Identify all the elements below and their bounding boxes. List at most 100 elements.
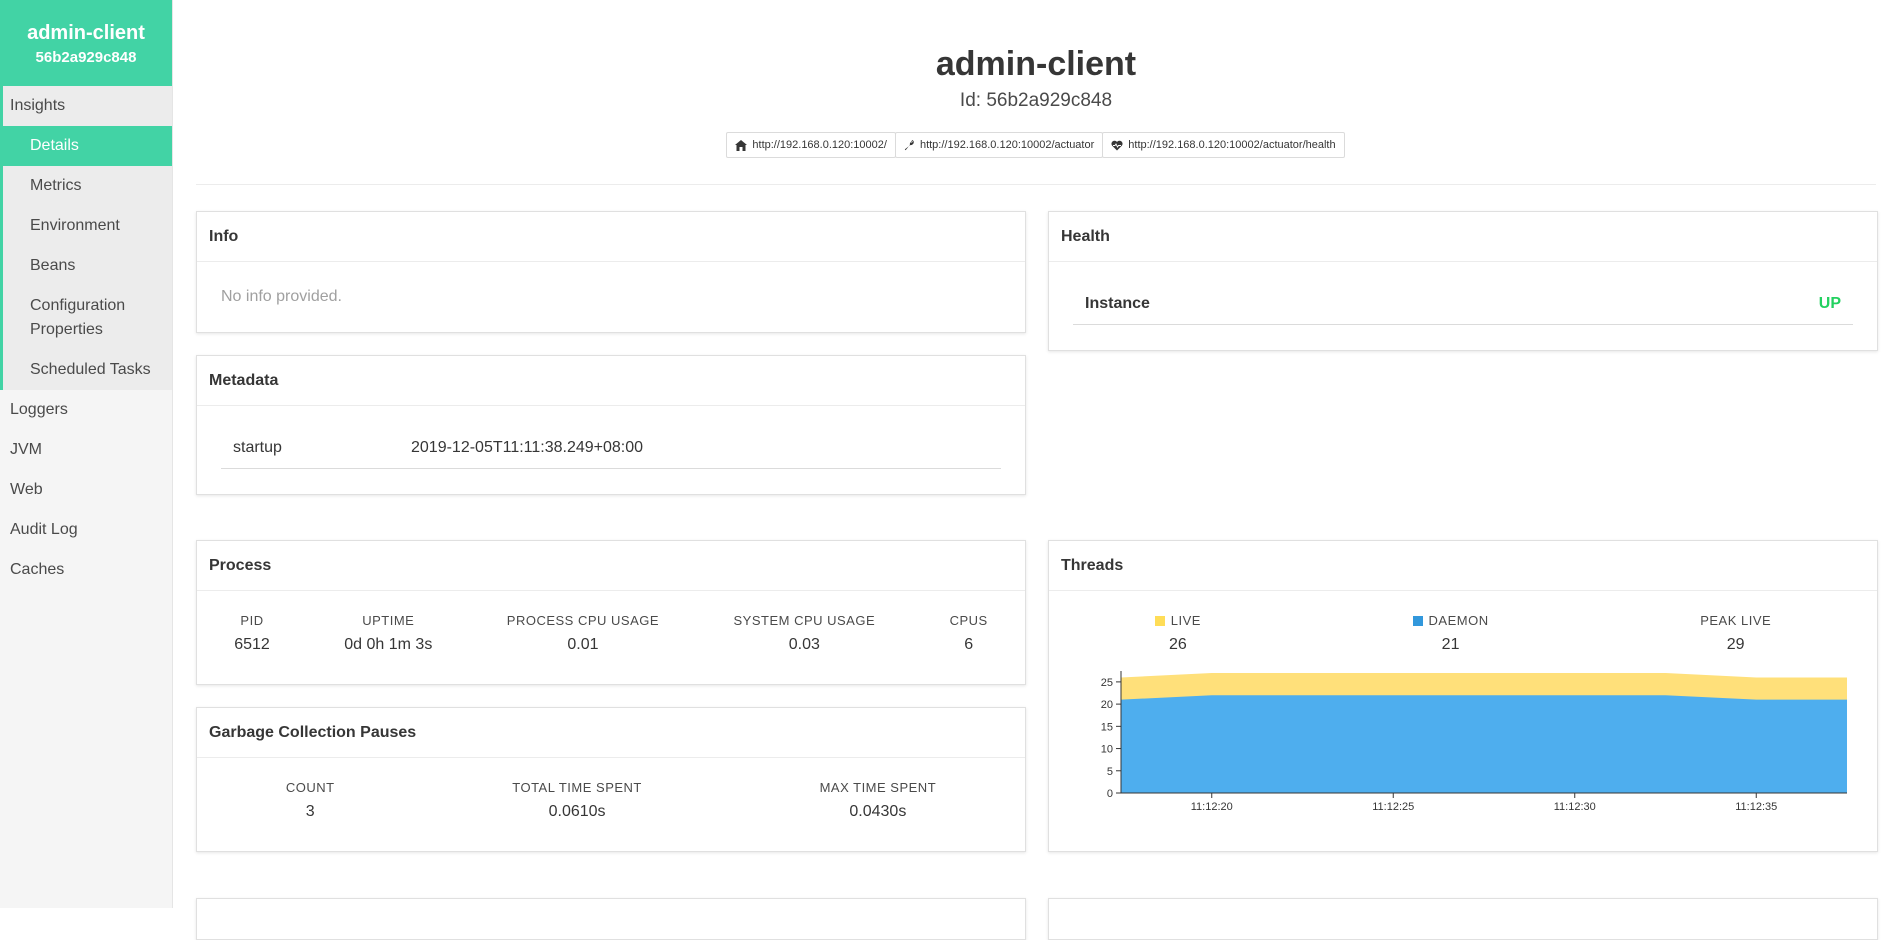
stat-system-cpu: SYSTEM CPU USAGE 0.03 xyxy=(734,613,876,654)
legend-label: DAEMON xyxy=(1428,613,1489,628)
legend-value: 26 xyxy=(1168,636,1187,653)
header-divider xyxy=(196,184,1876,185)
health-url-link[interactable]: http://192.168.0.120:10002/actuator/heal… xyxy=(1102,132,1345,158)
sidebar-item-web[interactable]: Web xyxy=(0,470,172,510)
health-component-name: Instance xyxy=(1085,295,1150,312)
app-instance-id: 56b2a929c848 xyxy=(35,48,137,66)
home-url-link[interactable]: http://192.168.0.120:10002/ xyxy=(726,132,896,158)
sidebar-item-configuration-properties[interactable]: Configuration Properties xyxy=(3,286,140,350)
x-tick-label: 11:12:30 xyxy=(1554,801,1596,813)
stat-gc-count: COUNT 3 xyxy=(286,780,335,821)
y-tick-label: 5 xyxy=(1107,766,1113,778)
stat-gc-total: TOTAL TIME SPENT 0.0610s xyxy=(512,780,642,821)
process-stats: PID 6512 UPTIME 0d 0h 1m 3s PROCESS CPU US… xyxy=(197,591,1025,654)
instance-header: admin-client Id: 56b2a929c848 http://192… xyxy=(196,0,1876,185)
sidebar-item-metrics[interactable]: Metrics xyxy=(3,166,172,206)
x-tick-label: 11:12:35 xyxy=(1735,801,1777,813)
next-card-left xyxy=(196,898,1026,940)
health-row: Instance UP xyxy=(1073,284,1853,325)
stat-value: 0.0430s xyxy=(849,803,907,820)
x-tick-label: 11:12:25 xyxy=(1372,801,1414,813)
live-swatch xyxy=(1154,615,1165,626)
insights-subnav: Details Metrics Environment Beans Config… xyxy=(0,126,172,390)
health-card-title: Health xyxy=(1049,212,1877,262)
sidebar-item-environment[interactable]: Environment xyxy=(3,206,172,246)
health-url-text: http://192.168.0.120:10002/actuator/heal… xyxy=(1128,139,1336,151)
sidebar-item-details[interactable]: Details xyxy=(3,126,172,166)
y-tick-label: 10 xyxy=(1101,744,1113,756)
series-area-daemon xyxy=(1121,695,1847,793)
y-tick-label: 25 xyxy=(1101,677,1113,689)
metadata-card: Metadata startup 2019-12-05T11:11:38.249… xyxy=(196,355,1026,495)
legend-label: LIVE xyxy=(1170,613,1201,628)
sidebar-item-beans[interactable]: Beans xyxy=(3,246,172,286)
health-card: Health Instance UP xyxy=(1048,211,1878,351)
legend-value: 21 xyxy=(1441,636,1460,653)
actuator-url-text: http://192.168.0.120:10002/actuator xyxy=(919,139,1095,151)
main-content: admin-client Id: 56b2a929c848 http://192… xyxy=(196,0,1878,940)
app-name: admin-client xyxy=(27,21,145,44)
stat-label: SYSTEM CPU USAGE xyxy=(733,613,876,628)
x-tick-label: 11:12:20 xyxy=(1191,801,1233,813)
instance-id: Id: 56b2a929c848 xyxy=(959,90,1113,111)
gc-card-title: Garbage Collection Pauses xyxy=(197,708,1025,758)
metadata-value: 2019-12-05T11:11:38.249+08:00 xyxy=(411,439,644,456)
stat-label: PROCESS CPU USAGE xyxy=(506,613,660,628)
threads-chart: 0 5 10 15 20 25 11:12:20 11:12:25 11:12:30 11:12:… xyxy=(1101,671,1847,813)
stat-gc-max: MAX TIME SPENT 0.0430s xyxy=(820,780,937,821)
daemon-swatch xyxy=(1412,615,1423,626)
stat-value: 0.03 xyxy=(788,636,820,653)
home-url-text: http://192.168.0.120:10002/ xyxy=(752,139,887,151)
stat-label: COUNT xyxy=(285,780,335,795)
y-tick-label: 0 xyxy=(1107,788,1113,800)
stat-label: CPUS xyxy=(949,613,988,628)
stat-value: 0d 0h 1m 3s xyxy=(344,636,433,653)
stat-value: 0.01 xyxy=(567,636,599,653)
legend-daemon: DAEMON 21 xyxy=(1412,613,1489,654)
legend-label: PEAK LIVE xyxy=(1700,613,1772,628)
metadata-row: startup 2019-12-05T11:11:38.249+08:00 xyxy=(221,428,1001,469)
info-card-title: Info xyxy=(197,212,1025,262)
info-card: Info No info provided. xyxy=(196,211,1026,333)
wrench-icon xyxy=(904,139,914,150)
stat-cpus: CPUS 6 xyxy=(950,613,988,654)
stat-label: UPTIME xyxy=(362,613,415,628)
endpoint-links: http://192.168.0.120:10002/ http://192.1… xyxy=(196,132,1876,158)
stat-value: 3 xyxy=(305,803,315,820)
gc-stats: COUNT 3 TOTAL TIME SPENT 0.0610s MAX TIME … xyxy=(197,758,1025,821)
y-tick-label: 20 xyxy=(1101,699,1113,711)
legend-peak-live: PEAK LIVE 29 xyxy=(1700,613,1771,654)
stat-label: MAX TIME SPENT xyxy=(819,780,937,795)
health-status-badge: UP xyxy=(1818,295,1841,312)
legend-value: 29 xyxy=(1726,636,1745,653)
threads-card-title: Threads xyxy=(1049,541,1877,591)
app-header[interactable]: admin-client 56b2a929c848 xyxy=(0,0,172,86)
sidebar-item-audit-log[interactable]: Audit Log xyxy=(0,510,172,550)
stat-label: TOTAL TIME SPENT xyxy=(512,780,642,795)
stat-value: 6 xyxy=(964,636,974,653)
sidebar-item-scheduled-tasks[interactable]: Scheduled Tasks xyxy=(3,350,172,390)
metadata-key: startup xyxy=(233,439,282,456)
actuator-url-link[interactable]: http://192.168.0.120:10002/actuator xyxy=(894,132,1104,158)
sidebar-nav: Insights Details Metrics Environment Bea… xyxy=(0,86,172,590)
process-card: Process PID 6512 UPTIME 0d 0h 1m 3s PROCES… xyxy=(196,540,1026,685)
sidebar: admin-client 56b2a929c848 Insights Detai… xyxy=(0,0,173,908)
process-card-title: Process xyxy=(197,541,1025,591)
gc-card: Garbage Collection Pauses COUNT 3 TOTAL T… xyxy=(196,707,1026,852)
sidebar-item-jvm[interactable]: JVM xyxy=(0,430,172,470)
y-tick-label: 15 xyxy=(1101,721,1113,733)
stat-value: 6512 xyxy=(234,636,270,653)
stat-process-cpu: PROCESS CPU USAGE 0.01 xyxy=(507,613,659,654)
threads-legend: LIVE 26 DAEMON 21 PEAK LIVE 29 xyxy=(1049,591,1877,654)
stat-value: 0.0610s xyxy=(548,803,606,820)
home-icon xyxy=(735,139,748,151)
sidebar-item-insights[interactable]: Insights xyxy=(0,86,172,126)
sidebar-item-caches[interactable]: Caches xyxy=(0,550,172,590)
info-empty-text: No info provided. xyxy=(221,288,342,305)
sidebar-item-loggers[interactable]: Loggers xyxy=(0,390,172,430)
stat-label: PID xyxy=(240,613,264,628)
stat-pid: PID 6512 xyxy=(234,613,270,654)
metadata-card-title: Metadata xyxy=(197,356,1025,406)
page-title: admin-client xyxy=(935,45,1137,83)
heartbeat-icon xyxy=(1111,140,1123,150)
